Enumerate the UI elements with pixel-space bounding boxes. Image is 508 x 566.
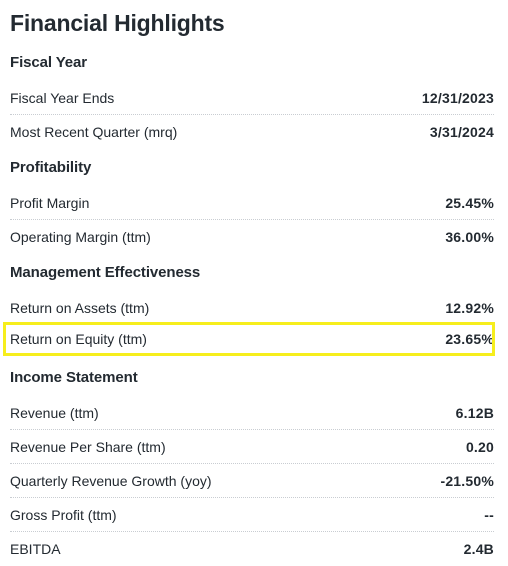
row-value: -21.50% [440, 472, 494, 489]
row-value: 12/31/2023 [421, 89, 494, 106]
row-revenue-per-share: Revenue Per Share (ttm) 0.20 [10, 430, 494, 464]
row-label: Fiscal Year Ends [10, 89, 115, 106]
row-label: Revenue (ttm) [10, 404, 99, 421]
row-value: 6.12B [455, 404, 494, 421]
row-return-on-assets: Return on Assets (ttm) 12.92% [10, 291, 494, 325]
row-revenue: Revenue (ttm) 6.12B [10, 396, 494, 430]
row-gross-profit: Gross Profit (ttm) -- [10, 498, 494, 532]
row-label: Return on Assets (ttm) [10, 299, 150, 316]
row-label: Quarterly Revenue Growth (yoy) [10, 472, 212, 489]
row-value: 12.92% [445, 299, 494, 316]
row-value: 25.45% [445, 194, 494, 211]
section-heading-income-statement: Income Statement [10, 369, 138, 386]
row-most-recent-quarter: Most Recent Quarter (mrq) 3/31/2024 [10, 115, 494, 149]
row-value: 36.00% [445, 229, 494, 245]
row-label: Gross Profit (ttm) [10, 506, 117, 523]
row-value: 3/31/2024 [429, 124, 494, 140]
financial-highlights-panel: Financial Highlights Fiscal Year Fiscal … [0, 0, 508, 558]
row-label: Profit Margin [10, 194, 90, 211]
row-label: Most Recent Quarter (mrq) [10, 124, 178, 140]
row-quarterly-revenue-growth: Quarterly Revenue Growth (yoy) -21.50% [10, 464, 494, 498]
row-label: EBITDA [10, 541, 61, 557]
row-label: Operating Margin (ttm) [10, 229, 151, 245]
section-heading-management-effectiveness: Management Effectiveness [10, 264, 201, 281]
row-value: 0.20 [465, 438, 494, 455]
row-fiscal-year-ends: Fiscal Year Ends 12/31/2023 [10, 81, 494, 115]
row-label: Return on Equity (ttm) [10, 331, 147, 347]
row-return-on-equity: Return on Equity (ttm) 23.65% [10, 322, 494, 356]
row-operating-margin: Operating Margin (ttm) 36.00% [10, 220, 494, 254]
row-profit-margin: Profit Margin 25.45% [10, 186, 494, 220]
page-title: Financial Highlights [10, 10, 225, 36]
section-heading-fiscal-year: Fiscal Year [10, 54, 88, 71]
row-value: 23.65% [445, 331, 494, 347]
section-heading-profitability: Profitability [10, 159, 92, 176]
row-ebitda: EBITDA 2.4B [10, 532, 494, 566]
row-value: 2.4B [463, 541, 494, 557]
row-label: Revenue Per Share (ttm) [10, 438, 166, 455]
row-value: -- [484, 506, 494, 523]
